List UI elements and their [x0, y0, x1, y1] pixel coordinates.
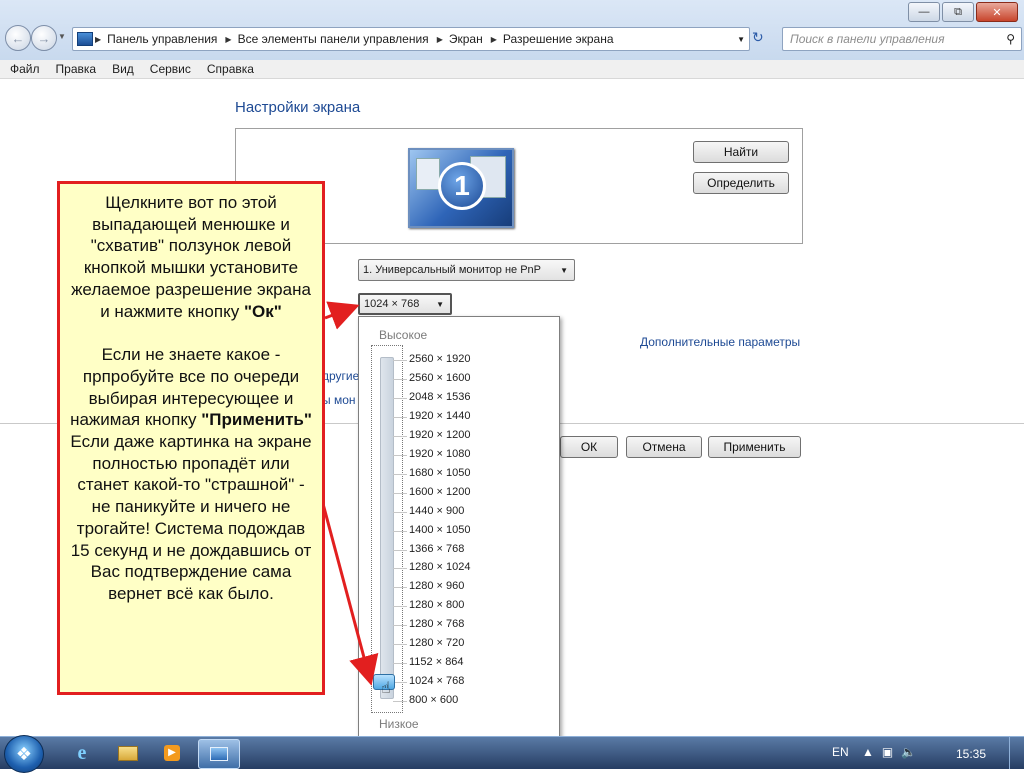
network-icon[interactable]: ▣: [882, 745, 893, 759]
taskbar-control-panel[interactable]: [198, 739, 240, 769]
taskbar-explorer[interactable]: [108, 739, 148, 767]
arrow-to-slider: [320, 499, 379, 686]
language-indicator[interactable]: EN: [832, 745, 849, 759]
display-settings-icon: [210, 747, 228, 761]
media-player-icon: ▶: [164, 745, 180, 761]
taskbar: ❖ e ▶ EN ▲ ▣ 🔈 15:35: [0, 735, 1024, 773]
show-desktop-button[interactable]: [1009, 737, 1024, 769]
callout-paragraph-2: Если не знаете какое - прпробуйте все по…: [60, 344, 322, 604]
system-tray: ▲ ▣ 🔈: [862, 745, 916, 759]
instruction-callout: Щелкните вот по этой выпадающей менюшке …: [57, 181, 325, 695]
callout-paragraph-1: Щелкните вот по этой выпадающей менюшке …: [60, 192, 322, 322]
callout-text-3: Если даже картинка на экране полностью п…: [70, 432, 312, 603]
show-hidden-icons-icon[interactable]: ▲: [862, 745, 874, 759]
taskbar-media-player[interactable]: ▶: [152, 739, 192, 767]
start-button[interactable]: ❖: [4, 735, 44, 773]
folder-icon: [118, 745, 138, 761]
arrow-to-resolution-select: [324, 301, 360, 330]
volume-icon[interactable]: 🔈: [901, 745, 916, 759]
internet-explorer-icon: e: [77, 741, 87, 764]
taskbar-internet-explorer[interactable]: e: [62, 739, 102, 767]
callout-bold-ok: "Ок": [243, 301, 282, 321]
callout-bold-apply: "Применить": [201, 410, 312, 430]
clock[interactable]: 15:35: [956, 747, 986, 761]
windows-logo-icon: ❖: [15, 743, 33, 764]
